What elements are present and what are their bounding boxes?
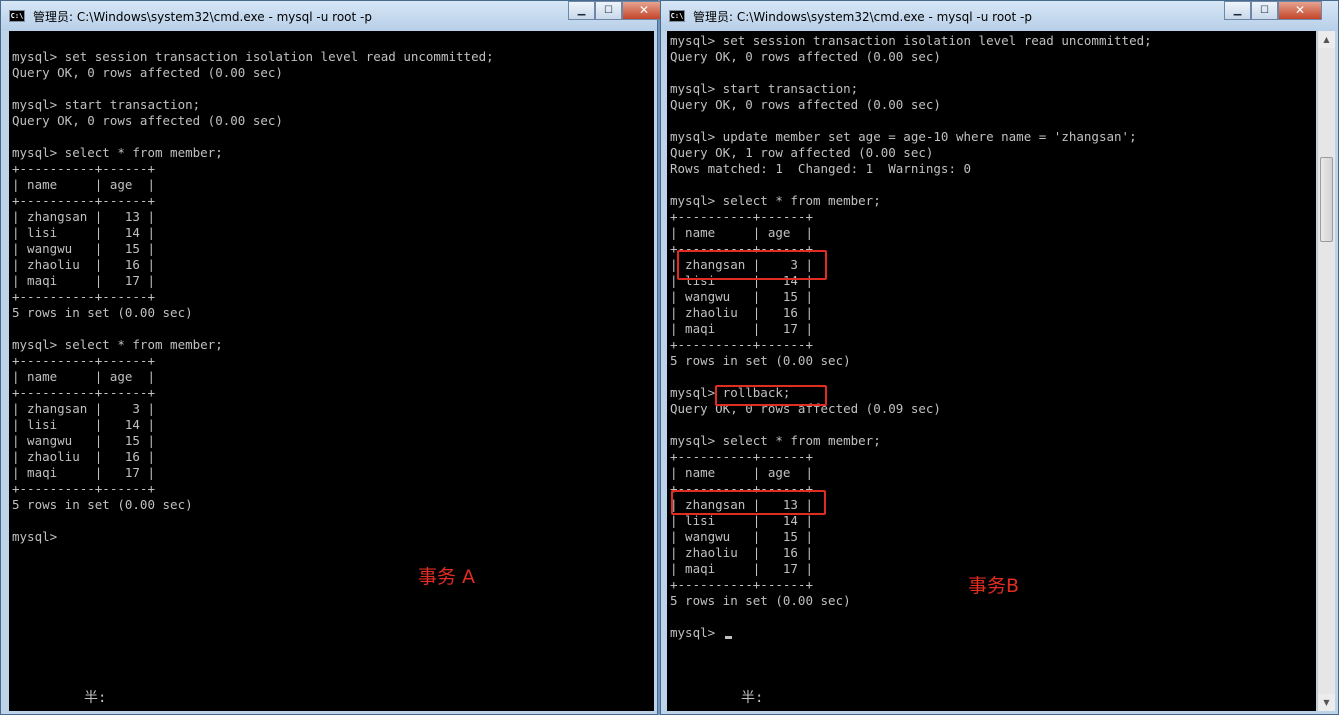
console-line: | name | age |	[670, 465, 813, 480]
minimize-icon: ▁	[1233, 5, 1242, 16]
console-line: 5 rows in set (0.00 sec)	[670, 593, 851, 608]
highlight-box-dirty-read	[677, 250, 827, 280]
console-line: | wangwu | 15 |	[12, 433, 155, 448]
console-line: | maqi | 17 |	[12, 273, 155, 288]
console-line: | wangwu | 15 |	[670, 289, 813, 304]
console-line: +----------+------+	[12, 161, 155, 176]
console-line: | lisi | 14 |	[670, 513, 813, 528]
console-line: mysql>	[12, 529, 58, 544]
ime-status: 半:	[84, 690, 107, 706]
ime-status: 半:	[741, 690, 764, 706]
console-line: | maqi | 17 |	[12, 465, 155, 480]
cmd-icon: C:\	[669, 10, 685, 22]
console-line: +----------+------+	[670, 577, 813, 592]
close-button[interactable]: ✕	[1278, 1, 1322, 20]
console-line: | zhaoliu | 16 |	[670, 305, 813, 320]
title-bar[interactable]: C:\ 管理员: C:\Windows\system32\cmd.exe - m…	[1, 1, 666, 31]
console-lines: mysql> set session transaction isolation…	[12, 33, 494, 545]
console-line: Query OK, 0 rows affected (0.00 sec)	[670, 49, 941, 64]
console-line: | lisi | 14 |	[12, 417, 155, 432]
scrollbar-thumb[interactable]	[1320, 157, 1333, 242]
console-line: | name | age |	[12, 369, 155, 384]
console-line: | zhangsan | 3 |	[12, 401, 155, 416]
console-line: mysql> select * from member;	[670, 193, 881, 208]
console-line: | lisi | 14 |	[12, 225, 155, 240]
console-line: +----------+------+	[670, 449, 813, 464]
console-line: Query OK, 1 row affected (0.00 sec)	[670, 145, 934, 160]
console-line: +----------+------+	[12, 385, 155, 400]
console-line: +----------+------+	[12, 193, 155, 208]
console-line: | maqi | 17 |	[670, 561, 813, 576]
console-line: +----------+------+	[12, 481, 155, 496]
console-output[interactable]: mysql> set session transaction isolation…	[9, 31, 654, 711]
console-line: 5 rows in set (0.00 sec)	[670, 353, 851, 368]
console-line: mysql> select * from member;	[12, 145, 223, 160]
maximize-icon: ☐	[604, 5, 613, 16]
window-title: 管理员: C:\Windows\system32\cmd.exe - mysql…	[33, 10, 372, 24]
scroll-up-icon[interactable]: ▲	[1318, 31, 1335, 48]
minimize-button[interactable]: ▁	[1224, 1, 1251, 20]
console-line: | name | age |	[670, 225, 813, 240]
minimize-icon: ▁	[577, 5, 586, 16]
console-line: mysql> start transaction;	[12, 97, 201, 112]
transaction-label: 事务B	[968, 575, 1020, 597]
console-line: | maqi | 17 |	[670, 321, 813, 336]
transaction-label: 事务 A	[418, 566, 476, 588]
console-line: Query OK, 0 rows affected (0.00 sec)	[12, 65, 283, 80]
highlight-box-after-rollback	[671, 490, 826, 515]
highlight-box-rollback	[715, 385, 827, 406]
console-line: Query OK, 0 rows affected (0.00 sec)	[12, 113, 283, 128]
console-line: 5 rows in set (0.00 sec)	[12, 497, 193, 512]
console-line: Query OK, 0 rows affected (0.00 sec)	[670, 97, 941, 112]
maximize-button[interactable]: ☐	[1251, 1, 1278, 20]
console-line: +----------+------+	[670, 337, 813, 352]
console-line: +----------+------+	[12, 353, 155, 368]
scroll-down-icon[interactable]: ▼	[1318, 694, 1335, 711]
console-line: | wangwu | 15 |	[12, 241, 155, 256]
console-line: mysql>	[670, 625, 1152, 641]
cmd-icon: C:\	[9, 10, 25, 22]
console-line: mysql> set session transaction isolation…	[12, 49, 494, 64]
console-line: | name | age |	[12, 177, 155, 192]
close-icon: ✕	[638, 3, 650, 17]
console-line: | zhangsan | 13 |	[12, 209, 155, 224]
console-line: | wangwu | 15 |	[670, 529, 813, 544]
cmd-window-transaction-a[interactable]: C:\ 管理员: C:\Windows\system32\cmd.exe - m…	[0, 0, 666, 715]
console-line: +----------+------+	[12, 289, 155, 304]
console-line: Rows matched: 1 Changed: 1 Warnings: 0	[670, 161, 972, 176]
console-line: mysql> select * from member;	[12, 337, 223, 352]
close-icon: ✕	[1294, 3, 1306, 17]
maximize-icon: ☐	[1260, 5, 1269, 16]
vertical-scrollbar[interactable]: ▲ ▼	[1317, 31, 1335, 711]
console-line: | zhaoliu | 16 |	[670, 545, 813, 560]
console-line: | zhaoliu | 16 |	[12, 257, 155, 272]
cmd-window-transaction-b[interactable]: C:\ 管理员: C:\Windows\system32\cmd.exe - m…	[660, 0, 1339, 715]
console-line: mysql> set session transaction isolation…	[670, 33, 1152, 48]
window-title: 管理员: C:\Windows\system32\cmd.exe - mysql…	[693, 10, 1032, 24]
text-cursor	[724, 636, 732, 639]
console-line: mysql> select * from member;	[670, 433, 881, 448]
title-bar[interactable]: C:\ 管理员: C:\Windows\system32\cmd.exe - m…	[661, 1, 1338, 31]
console-line: mysql> update member set age = age-10 wh…	[670, 129, 1137, 144]
console-line: 5 rows in set (0.00 sec)	[12, 305, 193, 320]
minimize-button[interactable]: ▁	[568, 1, 595, 20]
console-line: | zhaoliu | 16 |	[12, 449, 155, 464]
console-lines: mysql> set session transaction isolation…	[670, 33, 1152, 641]
console-line: mysql> start transaction;	[670, 81, 859, 96]
console-output[interactable]: mysql> set session transaction isolation…	[667, 31, 1316, 711]
console-line: +----------+------+	[670, 209, 813, 224]
maximize-button[interactable]: ☐	[595, 1, 622, 20]
